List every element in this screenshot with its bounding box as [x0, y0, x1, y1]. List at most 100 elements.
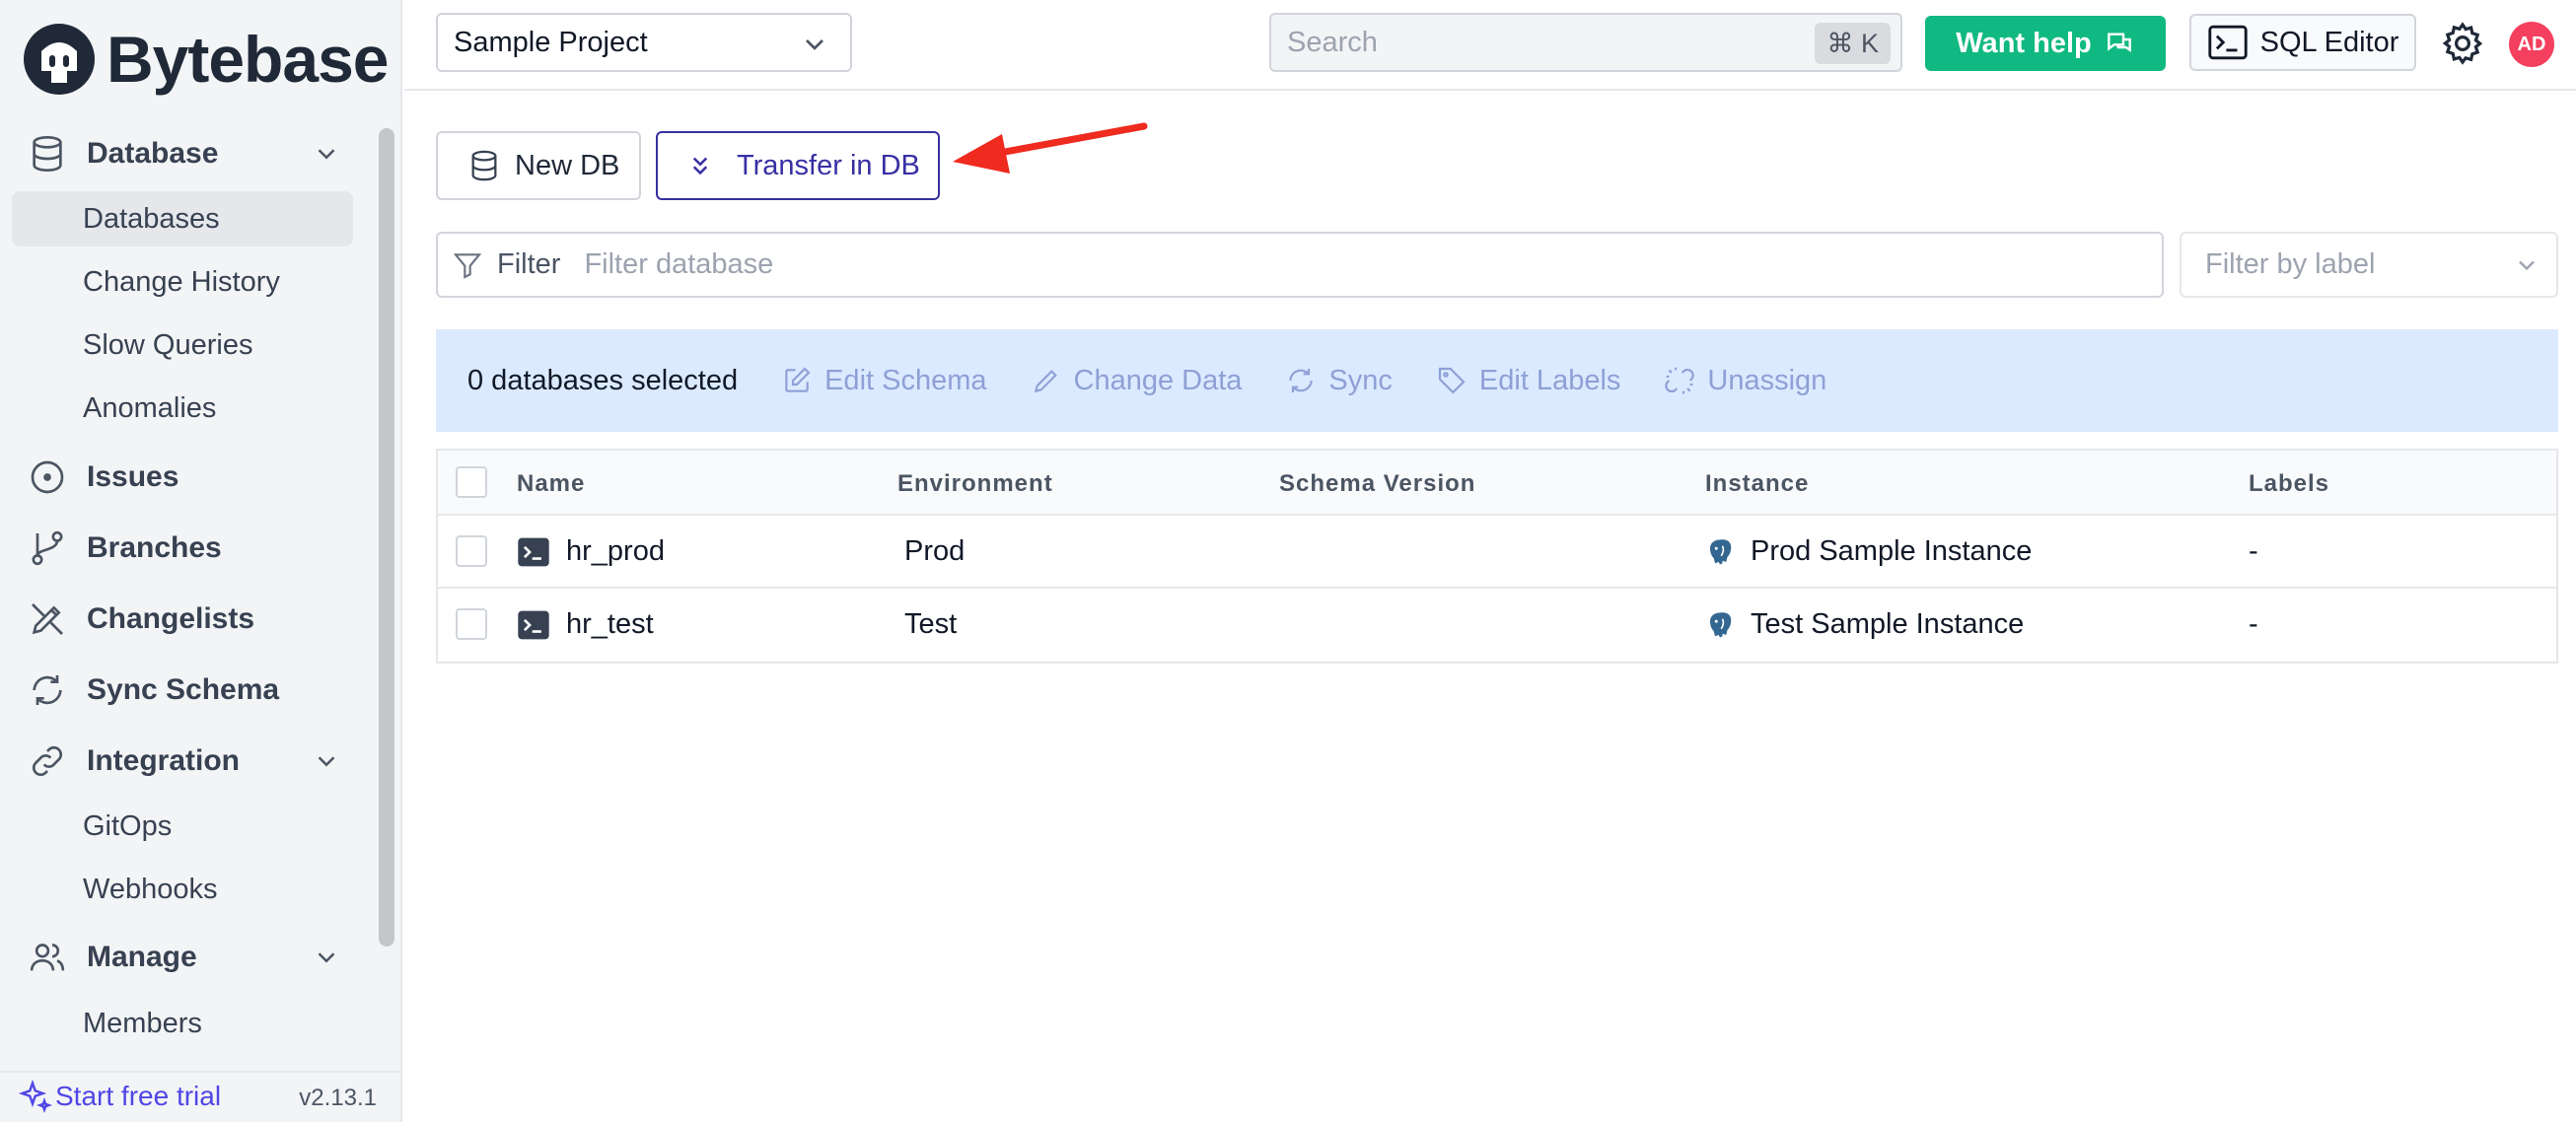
user-avatar[interactable]: AD: [2509, 22, 2554, 67]
db-name-cell[interactable]: hr_prod: [517, 535, 665, 568]
unlink-icon: [1665, 367, 1695, 394]
sidebar-section-changelists[interactable]: Changelists: [12, 591, 353, 648]
start-trial-link[interactable]: Start free trial: [18, 1079, 221, 1114]
unassign-button[interactable]: Unassign: [1664, 365, 1826, 397]
sync-icon: [28, 670, 67, 710]
sidebar-section-label: Sync Schema: [87, 673, 280, 706]
column-header-environment[interactable]: Environment: [897, 470, 1053, 498]
sidebar-section-label: Database: [87, 137, 219, 170]
transfer-in-db-label: Transfer in DB: [737, 149, 920, 181]
tag-icon: [1438, 367, 1466, 394]
instance-cell[interactable]: Prod Sample Instance: [1705, 535, 2032, 568]
sidebar: Bytebase Database Databases Change Histo…: [0, 0, 402, 1122]
sidebar-section-database[interactable]: Database: [12, 125, 353, 182]
sparkle-icon: [18, 1079, 53, 1114]
sidebar-scrollbar[interactable]: [375, 126, 398, 1063]
column-header-instance[interactable]: Instance: [1705, 470, 1809, 498]
row-checkbox[interactable]: [456, 608, 487, 640]
edit-labels-label: Edit Labels: [1478, 364, 1621, 396]
sidebar-scroll-thumb[interactable]: [379, 128, 394, 947]
table-row[interactable]: hr_test Test Test Sample Instance -: [438, 589, 2556, 662]
filter-database-input[interactable]: [584, 248, 1966, 281]
filter-by-label-placeholder: Filter by label: [2205, 248, 2376, 280]
database-terminal-icon: [518, 610, 549, 639]
database-terminal-icon: [518, 537, 549, 566]
filter-label: Filter: [497, 248, 561, 280]
sql-editor-button[interactable]: SQL Editor: [2189, 14, 2416, 71]
sync-button[interactable]: Sync: [1285, 365, 1393, 397]
table-header: Name Environment Schema Version Instance…: [438, 451, 2556, 516]
database-table: Name Environment Schema Version Instance…: [436, 449, 2558, 664]
gear-icon[interactable]: [2439, 20, 2486, 67]
chevron-down-icon: [318, 149, 335, 160]
sidebar-section-label: Changelists: [87, 602, 255, 635]
chat-icon: [2107, 33, 2131, 52]
column-header-schema-version[interactable]: Schema Version: [1279, 470, 1475, 498]
sidebar-section-branches[interactable]: Branches: [12, 520, 353, 577]
environment-cell: Test: [904, 608, 958, 640]
change-data-label: Change Data: [1073, 364, 1243, 396]
row-checkbox[interactable]: [456, 535, 487, 567]
postgresql-icon: [1710, 611, 1732, 637]
refresh-icon: [1289, 369, 1314, 392]
sql-editor-label: SQL Editor: [2259, 26, 2399, 58]
instance-name: Test Sample Instance: [1751, 608, 2025, 640]
instance-cell[interactable]: Test Sample Instance: [1705, 608, 2024, 641]
select-all-checkbox[interactable]: [456, 466, 487, 498]
sidebar-item-slow-queries[interactable]: Slow Queries: [12, 317, 353, 373]
chevron-down-icon: [806, 39, 823, 50]
sidebar-item-gitops[interactable]: GitOps: [12, 799, 353, 854]
labels-cell: -: [2249, 535, 2258, 567]
project-select[interactable]: Sample Project: [436, 13, 852, 72]
chevron-down-icon: [2519, 260, 2535, 271]
edit-schema-button[interactable]: Edit Schema: [781, 365, 987, 397]
annotation-arrow-icon: [953, 122, 1148, 174]
database-icon: [28, 134, 67, 174]
start-trial-label: Start free trial: [55, 1081, 222, 1111]
search-box[interactable]: ⌘ K: [1269, 13, 1902, 72]
brand-logo[interactable]: Bytebase: [22, 18, 389, 101]
project-select-value: Sample Project: [454, 26, 648, 58]
db-name: hr_prod: [566, 535, 665, 567]
users-icon: [28, 938, 67, 977]
sidebar-item-webhooks[interactable]: Webhooks: [12, 862, 353, 917]
new-db-button[interactable]: New DB: [436, 131, 641, 200]
sidebar-footer: Start free trial v2.13.1: [0, 1071, 400, 1122]
chevron-down-icon: [318, 756, 335, 767]
sidebar-item-members[interactable]: Members: [12, 996, 353, 1051]
search-input[interactable]: [1271, 26, 1804, 59]
transfer-in-db-button[interactable]: Transfer in DB: [656, 131, 940, 200]
pencil-icon: [1034, 370, 1057, 393]
environment-cell: Prod: [904, 535, 966, 567]
chevron-double-down-icon: [692, 157, 708, 175]
labels-cell: -: [2249, 608, 2258, 640]
table-row[interactable]: hr_prod Prod Prod Sample Instance -: [438, 516, 2556, 589]
edit-labels-button[interactable]: Edit Labels: [1436, 364, 1621, 397]
column-header-name[interactable]: Name: [517, 470, 585, 498]
db-name-cell[interactable]: hr_test: [517, 608, 654, 641]
top-header: Sample Project ⌘ K Want help SQL Editor …: [404, 0, 2576, 91]
sidebar-section-label: Branches: [87, 531, 222, 564]
link-icon: [28, 741, 67, 781]
chevron-down-icon: [318, 952, 335, 963]
selected-count: 0 databases selected: [467, 364, 739, 396]
database-icon: [471, 150, 497, 181]
sidebar-item-change-history[interactable]: Change History: [12, 254, 353, 310]
database-filter[interactable]: Filter: [436, 232, 2164, 298]
batch-action-bar: 0 databases selected Edit Schema Change …: [436, 329, 2558, 432]
want-help-button[interactable]: Want help: [1925, 16, 2166, 71]
version-label: v2.13.1: [299, 1085, 377, 1111]
sidebar-item-anomalies[interactable]: Anomalies: [12, 381, 353, 436]
changelist-icon: [28, 599, 67, 639]
sidebar-item-databases[interactable]: Databases: [12, 191, 353, 246]
new-db-label: New DB: [515, 149, 620, 181]
column-header-labels[interactable]: Labels: [2249, 470, 2329, 498]
sidebar-section-issues[interactable]: Issues: [12, 449, 353, 506]
sidebar-section-sync-schema[interactable]: Sync Schema: [12, 662, 353, 719]
instance-name: Prod Sample Instance: [1751, 535, 2033, 567]
sidebar-section-manage[interactable]: Manage: [12, 929, 353, 986]
sidebar-section-integration[interactable]: Integration: [12, 733, 353, 790]
filter-by-label-select[interactable]: Filter by label: [2180, 232, 2558, 298]
change-data-button[interactable]: Change Data: [1031, 364, 1243, 397]
terminal-icon: [2207, 25, 2248, 60]
